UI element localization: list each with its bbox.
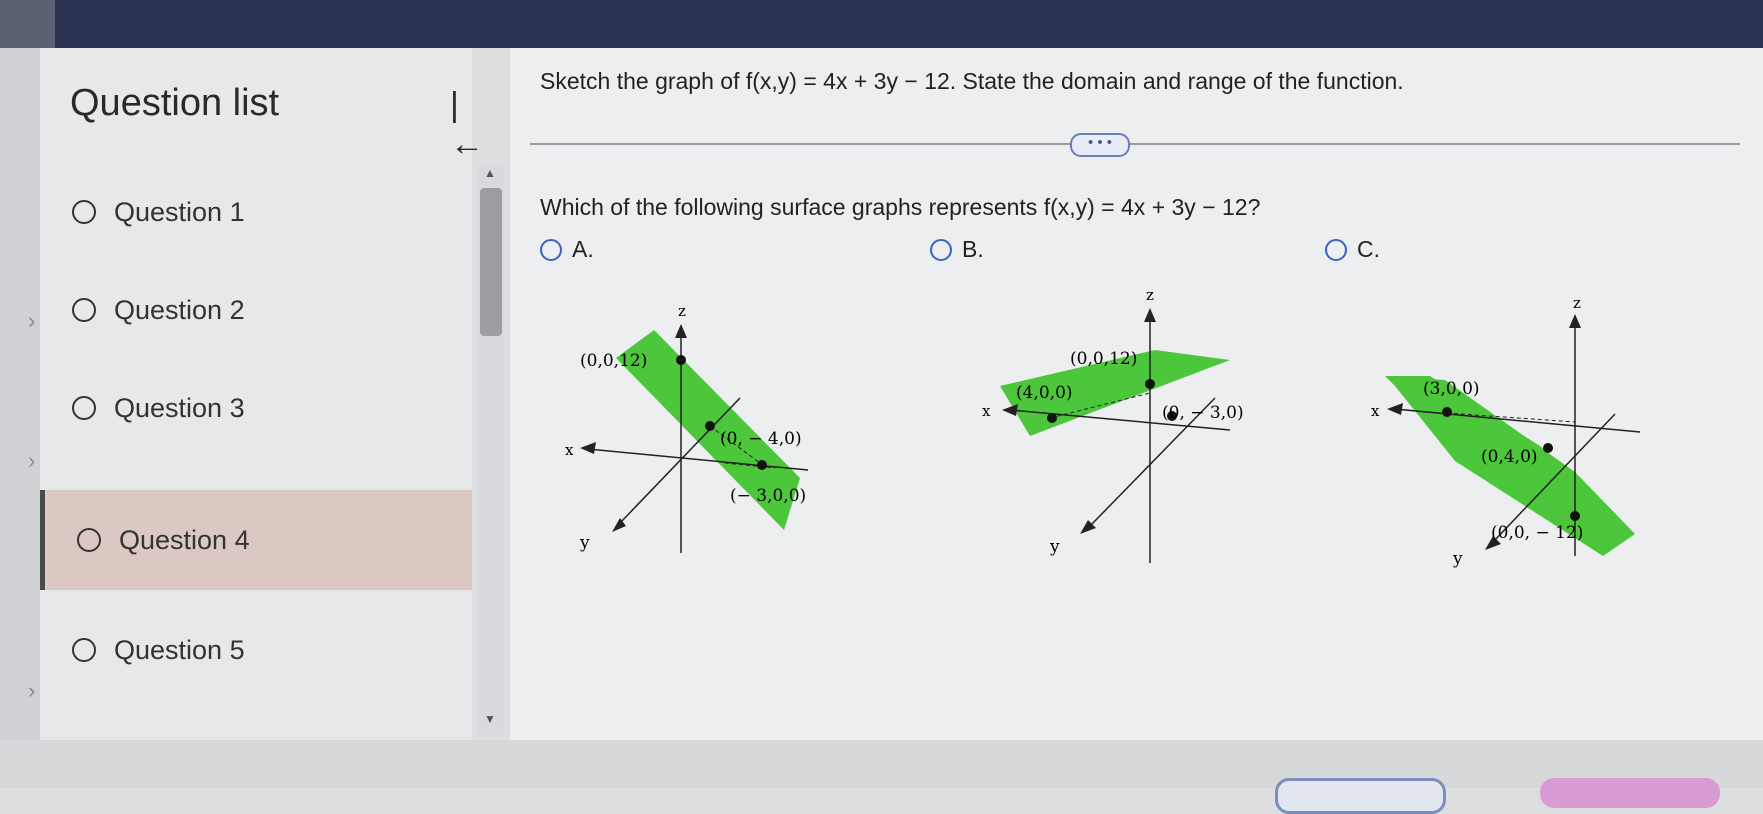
more-button[interactable]: • • • (1070, 133, 1130, 157)
chevron-right-icon[interactable]: › (28, 448, 35, 474)
chevron-right-icon[interactable]: › (28, 678, 35, 704)
option-b[interactable]: B. (930, 236, 984, 263)
question-item-4[interactable]: Question 4 (40, 490, 472, 590)
point-marker (1442, 407, 1452, 417)
surface-graph-c: z x y (3,0,0) (0,4,0) (0,0, − 12) (1371, 294, 1641, 569)
radio-icon[interactable] (930, 238, 952, 261)
z-arrow-icon (1569, 314, 1581, 328)
surface-graph-b: z x y (0,0,12) (4,0,0) (0, − 3,0) (982, 286, 1244, 563)
radio-icon[interactable] (1325, 238, 1347, 261)
primary-button[interactable] (1540, 778, 1720, 808)
point-marker (757, 460, 767, 470)
x-axis-label: x (565, 441, 574, 459)
radio-icon[interactable] (72, 396, 96, 420)
question-item-3[interactable]: Question 3 (40, 358, 472, 458)
radio-icon[interactable] (72, 638, 96, 662)
point-label: (0,0, − 12) (1491, 523, 1583, 543)
x-axis-label: x (982, 402, 991, 420)
prompt-text: Which of the following surface graphs re… (540, 194, 1261, 220)
question-label: Question 2 (114, 294, 245, 325)
x-axis-label: x (1371, 402, 1380, 420)
secondary-button[interactable] (1275, 778, 1446, 814)
y-axis-label: y (579, 533, 590, 553)
option-label: A. (572, 236, 594, 262)
radio-icon[interactable] (72, 298, 96, 322)
point-label: (3,0,0) (1423, 379, 1480, 399)
point-marker (1145, 379, 1155, 389)
question-item-1[interactable]: Question 1 (40, 162, 472, 262)
point-marker (1543, 443, 1553, 453)
y-arrow-icon (612, 518, 626, 532)
x-arrow-icon (1002, 404, 1018, 416)
z-axis-label: z (678, 302, 686, 320)
question-label: Question 3 (114, 392, 245, 423)
bottom-strip (0, 740, 1763, 788)
point-marker (1047, 413, 1057, 423)
surface-graph-a: z x y (0,0,12) (0, − 4,0) (− 3,0,0) (565, 302, 809, 553)
point-label: (− 3,0,0) (730, 486, 806, 506)
option-label: C. (1357, 236, 1380, 262)
z-arrow-icon (1144, 308, 1156, 322)
z-arrow-icon (675, 324, 687, 338)
point-label: (0, − 3,0) (1162, 403, 1244, 423)
point-marker (676, 355, 686, 365)
y-axis-label: y (1452, 549, 1463, 569)
question-label: Question 1 (114, 196, 245, 227)
question-label: Question 4 (119, 524, 250, 555)
z-axis-label: z (1573, 294, 1581, 312)
question-list-sidebar: Question list |← Question 1 Question 2 Q… (40, 48, 484, 740)
point-label: (0,0,12) (1070, 349, 1137, 369)
point-marker (1570, 511, 1580, 521)
x-arrow-icon (580, 442, 596, 454)
sidebar-title: Question list (70, 82, 280, 124)
option-a[interactable]: A. (540, 236, 594, 263)
top-bar-edge (0, 0, 55, 48)
radio-icon[interactable] (72, 200, 96, 224)
top-bar (0, 0, 1763, 48)
point-label: (0,4,0) (1481, 447, 1538, 467)
x-arrow-icon (1387, 403, 1403, 415)
option-c[interactable]: C. (1325, 236, 1380, 263)
point-marker (705, 421, 715, 431)
scroll-down-icon[interactable]: ▼ (484, 712, 496, 726)
left-gutter: › › › (0, 48, 40, 788)
z-axis-label: z (1146, 286, 1154, 304)
scroll-up-icon[interactable]: ▲ (484, 166, 496, 180)
point-label: (4,0,0) (1016, 383, 1073, 403)
question-text: Sketch the graph of f(x,y) = 4x + 3y − 1… (540, 68, 1404, 94)
question-item-2[interactable]: Question 2 (40, 260, 472, 360)
scrollbar-thumb[interactable] (480, 188, 502, 336)
point-label: (0, − 4,0) (720, 429, 802, 449)
y-axis-label: y (1049, 537, 1060, 557)
question-label: Question 5 (114, 634, 245, 665)
question-panel: Sketch the graph of f(x,y) = 4x + 3y − 1… (510, 48, 1763, 740)
collapse-left-icon[interactable]: |← (450, 86, 484, 164)
divider (530, 143, 1740, 145)
radio-icon[interactable] (77, 528, 101, 552)
question-item-5[interactable]: Question 5 (40, 600, 472, 700)
chevron-right-icon[interactable]: › (28, 308, 35, 334)
radio-icon[interactable] (540, 238, 562, 261)
option-label: B. (962, 236, 984, 262)
point-label: (0,0,12) (580, 351, 647, 371)
